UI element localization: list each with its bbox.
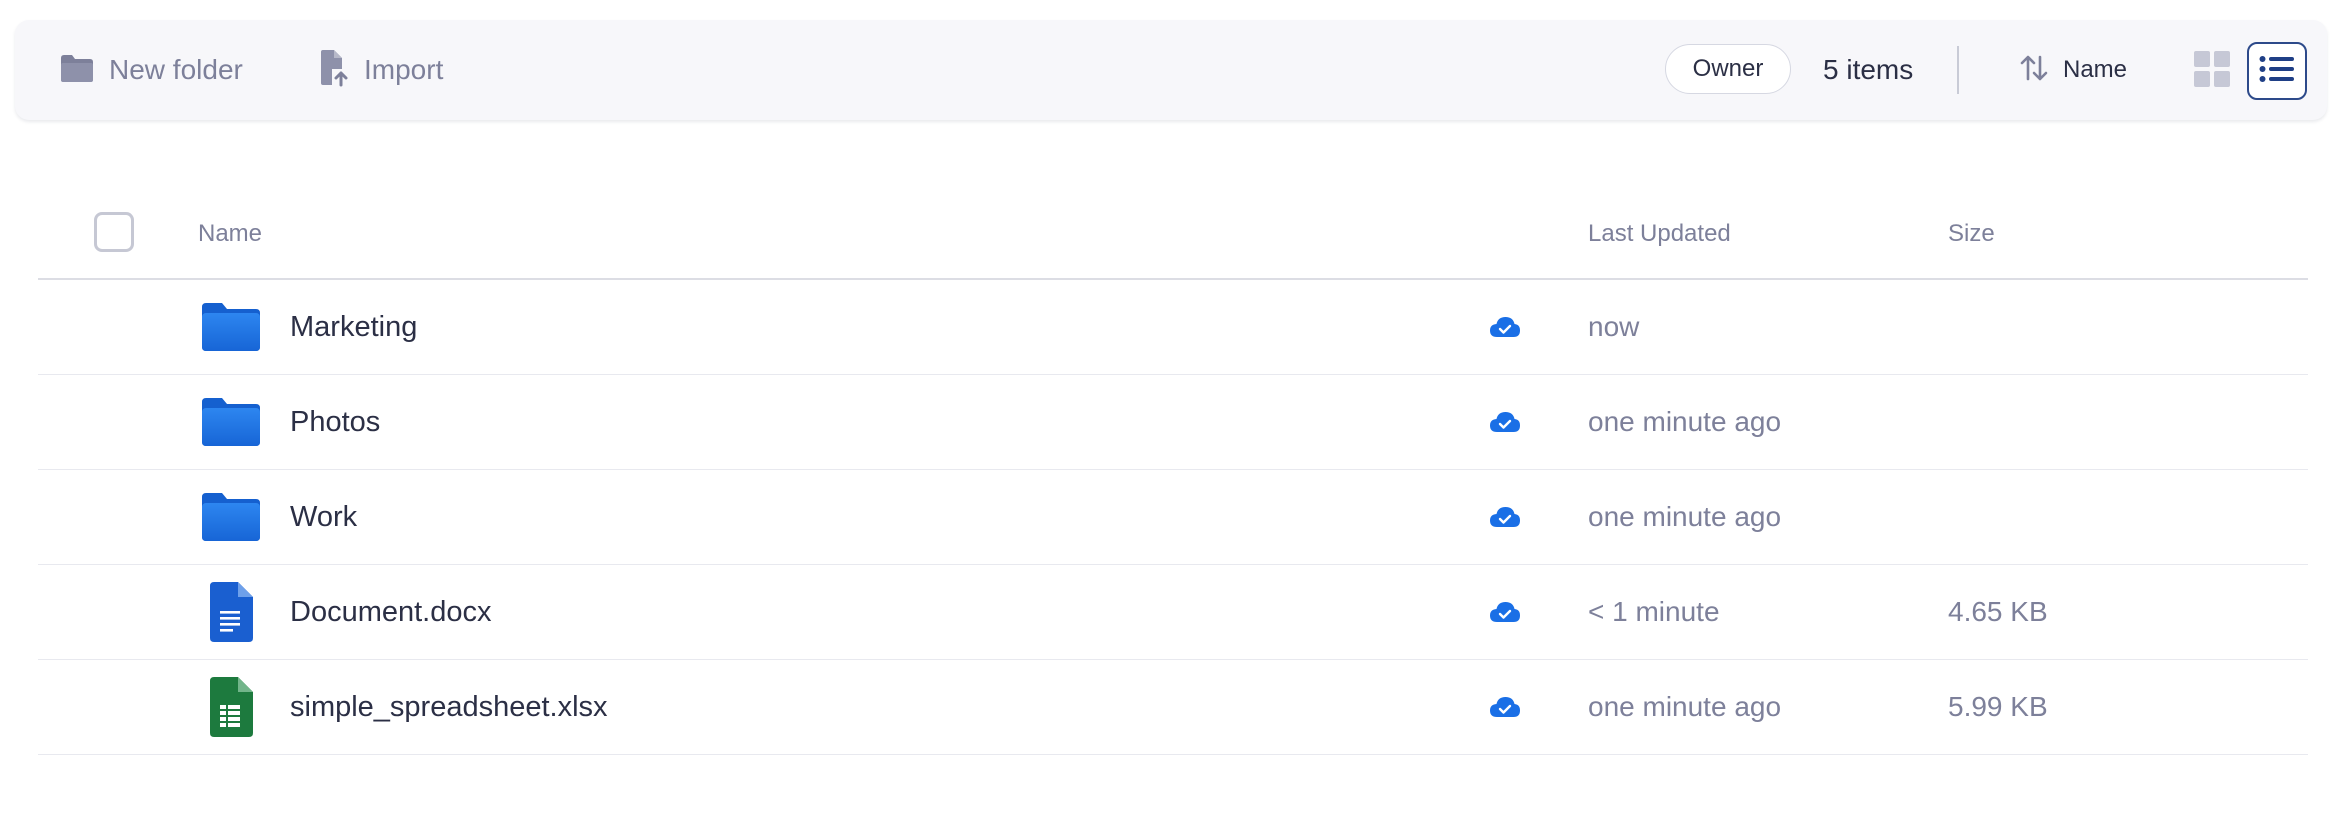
table-row[interactable]: Photos one minute ago <box>38 375 2308 470</box>
table-row[interactable]: simple_spreadsheet.xlsx one minute ago 5.9… <box>38 660 2308 755</box>
item-count: 5 items <box>1823 54 1914 85</box>
column-header-size[interactable]: Size <box>1948 190 1995 278</box>
new-folder-button[interactable]: New folder <box>59 20 243 120</box>
file-size: 5.99 KB <box>1948 691 2048 722</box>
cloud-synced-icon <box>1488 565 1522 659</box>
table-row[interactable]: Work one minute ago <box>38 470 2308 565</box>
grid-view-button[interactable] <box>2185 44 2239 98</box>
last-updated: < 1 minute <box>1588 596 1720 627</box>
file-name[interactable]: Marketing <box>290 280 417 374</box>
cloud-synced-icon <box>1488 470 1522 564</box>
list-icon <box>2259 55 2295 88</box>
column-header-last-updated[interactable]: Last Updated <box>1588 190 1731 278</box>
list-view-button[interactable] <box>2247 42 2307 100</box>
last-updated: now <box>1588 311 1640 342</box>
cloud-synced-icon <box>1488 660 1522 754</box>
owner-filter-button[interactable]: Owner <box>1665 44 1791 94</box>
file-name[interactable]: Document.docx <box>290 565 492 659</box>
grid-icon <box>2193 50 2231 93</box>
select-all-checkbox[interactable] <box>94 212 134 252</box>
sort-label: Name <box>2063 56 2128 83</box>
table-row[interactable]: Document.docx < 1 minute 4.65 KB <box>38 565 2308 660</box>
table-header: Name Last Updated Size <box>38 190 2308 280</box>
file-name[interactable]: Work <box>290 470 357 564</box>
table-body: Marketing now Photos one minute ago Work one … <box>38 280 2308 755</box>
import-label: Import <box>364 54 444 85</box>
folder-icon <box>198 280 264 374</box>
document-icon <box>198 565 264 659</box>
sort-arrows-icon <box>2019 53 2049 88</box>
last-updated: one minute ago <box>1588 501 1782 532</box>
file-size: 4.65 KB <box>1948 596 2048 627</box>
table-row[interactable]: Marketing now <box>38 280 2308 375</box>
file-name[interactable]: simple_spreadsheet.xlsx <box>290 660 608 754</box>
import-file-icon <box>318 49 350 92</box>
column-header-name[interactable]: Name <box>198 190 262 278</box>
last-updated: one minute ago <box>1588 691 1782 722</box>
toolbar: New folder Import Owner 5 items Name <box>15 20 2327 120</box>
cloud-synced-icon <box>1488 280 1522 374</box>
folder-icon <box>198 470 264 564</box>
toolbar-divider <box>1957 46 1959 94</box>
sort-button[interactable]: Name <box>2019 20 2127 120</box>
folder-icon <box>198 375 264 469</box>
spreadsheet-icon <box>198 660 264 754</box>
new-folder-label: New folder <box>109 54 243 85</box>
file-name[interactable]: Photos <box>290 375 380 469</box>
folder-icon <box>59 53 95 88</box>
cloud-synced-icon <box>1488 375 1522 469</box>
last-updated: one minute ago <box>1588 406 1782 437</box>
import-button[interactable]: Import <box>318 20 443 120</box>
file-table: Name Last Updated Size Marketing now Photo… <box>38 190 2308 755</box>
